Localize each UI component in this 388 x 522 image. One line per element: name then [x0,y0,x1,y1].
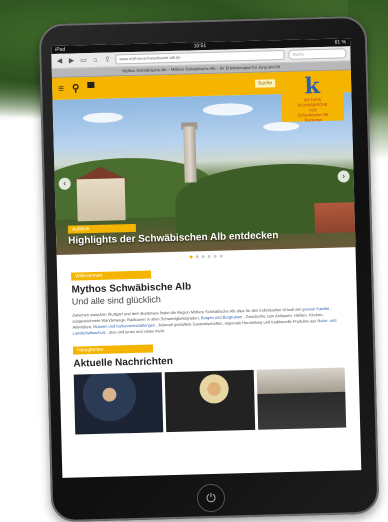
logo-line-5: Tourismus [303,116,323,123]
tablet-screen: iPad 10:51 61 % ◀ ▶ ▭ ⌂ ⇪ www.mythos-sch… [51,38,362,478]
slider-dot[interactable] [219,254,223,258]
menu-icon[interactable]: ≡ [58,83,64,94]
header-badge[interactable]: Suche [254,79,276,88]
news-thumbnail[interactable] [73,372,164,435]
share-icon[interactable]: ⇪ [103,55,111,64]
home-button[interactable]: ⏻ [196,483,226,513]
castle [76,178,126,222]
news-tag: Neuigkeiten [72,344,154,355]
news-thumbnail[interactable] [256,367,347,430]
search-icon[interactable]: ⚲ [72,83,80,94]
status-left: iPad [55,46,66,53]
site-logo[interactable]: k MYTHOS SCHWÄBISCHE ALB Schwäbische Alb… [280,70,345,123]
bookmarks-icon[interactable]: ▭ [79,56,87,64]
status-time: 10:51 [193,42,207,50]
slider-dot-active[interactable] [189,254,193,259]
slider-dot[interactable] [207,254,211,258]
news-thumbnail[interactable] [165,369,255,433]
main-content: Willkommen Mythos Schwäbische Alb Und al… [57,257,360,435]
intro-link-family[interactable]: ganzen Familie [302,306,329,312]
cloud [82,112,124,124]
slider-dot[interactable] [201,254,205,258]
tablet-device: iPad 10:51 61 % ◀ ▶ ▭ ⌂ ⇪ www.mythos-sch… [38,15,380,522]
hero-tag: Aufblick [67,223,137,234]
news-title: Aktuelle Nachrichten [73,355,174,370]
slider-dot[interactable] [213,254,217,258]
cloud [202,102,253,117]
forward-icon[interactable]: ▶ [67,56,75,64]
url-field[interactable]: www.mythos-schwaebische-alb.de [115,49,285,65]
tower [183,126,197,183]
browser-search-input[interactable]: Suche [288,48,347,60]
back-icon[interactable]: ◀ [55,57,63,65]
status-battery: 61 % [334,39,347,46]
intro-text-5: , dies und jenes und vieles mehr. [106,328,166,335]
news-thumbnails [73,367,347,435]
cloud [263,121,300,132]
intro-tag: Willkommen [71,270,152,281]
village-roof [314,202,356,234]
bed-icon[interactable]: ▀ [87,82,94,93]
home-icon[interactable]: ⌂ [91,56,99,63]
slider-dot[interactable] [195,254,199,258]
logo-letter: k [304,73,321,100]
intro-text: Zwischen zwischen Stuttgart und dem Bode… [72,306,344,337]
